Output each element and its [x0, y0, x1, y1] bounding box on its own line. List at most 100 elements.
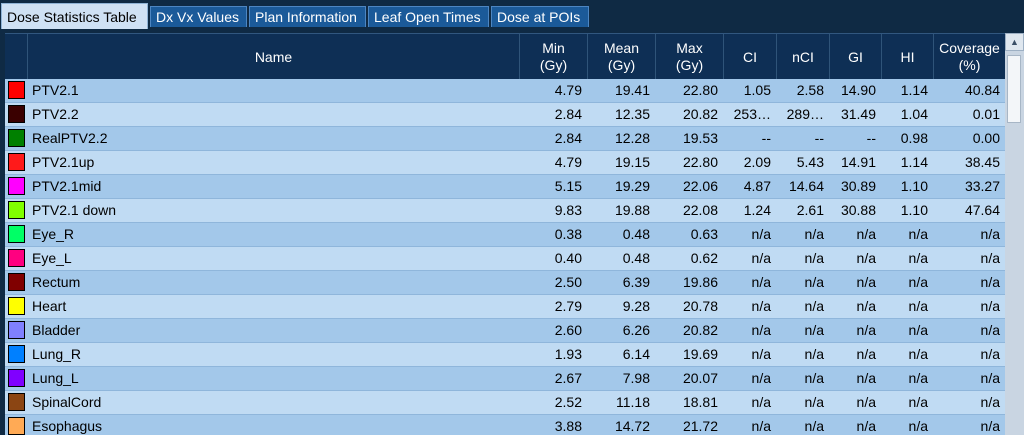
structure-color-swatch: [8, 249, 25, 267]
column-header-mean[interactable]: Mean (Gy): [587, 34, 655, 80]
table-row[interactable]: Esophagus 3.88 14.72 21.72 n/a n/a n/a n/a n/a: [5, 415, 1005, 435]
gi-cell: 14.90: [840, 82, 876, 98]
column-header-min[interactable]: Min (Gy): [519, 34, 587, 80]
structure-color-swatch: [8, 129, 25, 147]
structure-name-cell: Eye_R: [32, 226, 75, 242]
scroll-thumb[interactable]: [1007, 55, 1021, 123]
mean-cell: 0.48: [622, 226, 650, 242]
coverage-cell: n/a: [980, 274, 1000, 290]
structure-name-cell: PTV2.2: [32, 106, 79, 122]
max-cell: 22.06: [682, 178, 718, 194]
ci-cell: --: [761, 130, 771, 146]
nci-cell: 289…: [786, 106, 824, 122]
nci-cell: n/a: [804, 298, 824, 314]
tab-dose-at-pois[interactable]: Dose at POIs: [491, 6, 589, 27]
gi-cell: n/a: [856, 226, 876, 242]
min-cell: 5.15: [554, 178, 582, 194]
mean-cell: 19.88: [614, 202, 650, 218]
table-row[interactable]: RealPTV2.2 2.84 12.28 19.53 -- -- -- 0.98 0.00: [5, 127, 1005, 151]
table-row[interactable]: Rectum 2.50 6.39 19.86 n/a n/a n/a n/a n/a: [5, 271, 1005, 295]
tab-plan-information[interactable]: Plan Information: [249, 6, 366, 27]
table-row[interactable]: Heart 2.79 9.28 20.78 n/a n/a n/a n/a n/a: [5, 295, 1005, 319]
table-row[interactable]: PTV2.1up 4.79 19.15 22.80 2.09 5.43 14.91 1.14 3…: [5, 151, 1005, 175]
table-row[interactable]: PTV2.1 down 9.83 19.88 22.08 1.24 2.61 30.88 1.…: [5, 199, 1005, 223]
vertical-scrollbar[interactable]: ▲: [1005, 33, 1024, 435]
table-row[interactable]: Eye_L 0.40 0.48 0.62 n/a n/a n/a n/a n/a: [5, 247, 1005, 271]
min-cell: 2.84: [554, 106, 582, 122]
min-cell: 9.83: [554, 202, 582, 218]
tab-leaf-open-times[interactable]: Leaf Open Times: [368, 6, 489, 27]
column-header-gi[interactable]: GI: [829, 34, 881, 80]
structure-color-swatch: [8, 201, 25, 219]
table-row[interactable]: Lung_L 2.67 7.98 20.07 n/a n/a n/a n/a n/a: [5, 367, 1005, 391]
structure-color-swatch: [8, 321, 25, 339]
table-body: PTV2.1 4.79 19.41 22.80 1.05 2.58 14.90 1.14 40.…: [5, 79, 1005, 435]
min-cell: 0.40: [554, 250, 582, 266]
gi-cell: 30.88: [840, 202, 876, 218]
table-row[interactable]: Lung_R 1.93 6.14 19.69 n/a n/a n/a n/a n/a: [5, 343, 1005, 367]
structure-name-cell: Heart: [32, 298, 67, 314]
structure-name-cell: Eye_L: [32, 250, 72, 266]
max-cell: 18.81: [682, 394, 718, 410]
coverage-cell: n/a: [980, 250, 1000, 266]
gi-cell: n/a: [856, 370, 876, 386]
coverage-cell: 33.27: [964, 178, 1000, 194]
hi-cell: 1.10: [900, 178, 928, 194]
min-cell: 2.79: [554, 298, 582, 314]
column-header-name[interactable]: Name: [27, 34, 519, 80]
gi-cell: n/a: [856, 346, 876, 362]
gi-cell: 30.89: [840, 178, 876, 194]
max-cell: 22.08: [682, 202, 718, 218]
structure-color-swatch: [8, 273, 25, 291]
color-column-header: [5, 34, 27, 80]
structure-name-cell: RealPTV2.2: [32, 130, 108, 146]
hi-cell: n/a: [908, 274, 928, 290]
mean-cell: 14.72: [614, 418, 650, 434]
ci-cell: n/a: [751, 226, 771, 242]
table-row[interactable]: PTV2.1 4.79 19.41 22.80 1.05 2.58 14.90 1.14 40.…: [5, 79, 1005, 103]
ci-cell: n/a: [751, 370, 771, 386]
column-header-hi[interactable]: HI: [881, 34, 933, 80]
table-row[interactable]: Eye_R 0.38 0.48 0.63 n/a n/a n/a n/a n/a: [5, 223, 1005, 247]
min-cell: 2.52: [554, 394, 582, 410]
coverage-cell: 0.01: [972, 106, 1000, 122]
min-cell: 2.84: [554, 130, 582, 146]
column-header-ci[interactable]: CI: [723, 34, 776, 80]
column-header-coverage[interactable]: Coverage (%): [933, 34, 1005, 80]
hi-cell: n/a: [908, 394, 928, 410]
nci-cell: 2.58: [796, 82, 824, 98]
min-cell: 3.88: [554, 418, 582, 434]
table-row[interactable]: Bladder 2.60 6.26 20.82 n/a n/a n/a n/a n/a: [5, 319, 1005, 343]
mean-cell: 0.48: [622, 250, 650, 266]
mean-cell: 6.39: [622, 274, 650, 290]
column-header-nci[interactable]: nCI: [776, 34, 829, 80]
structure-color-swatch: [8, 81, 25, 99]
max-cell: 20.82: [682, 322, 718, 338]
nci-cell: 5.43: [796, 154, 824, 170]
structure-color-swatch: [8, 153, 25, 171]
ci-cell: n/a: [751, 250, 771, 266]
structure-name-cell: PTV2.1: [32, 82, 79, 98]
coverage-cell: 38.45: [964, 154, 1000, 170]
table-row[interactable]: PTV2.1mid 5.15 19.29 22.06 4.87 14.64 30.89 1.1…: [5, 175, 1005, 199]
mean-cell: 6.26: [622, 322, 650, 338]
column-header-max[interactable]: Max (Gy): [655, 34, 723, 80]
tab-bar: Dose Statistics Table Dx Vx Values Plan …: [0, 0, 1024, 29]
gi-cell: n/a: [856, 322, 876, 338]
tab-dx-vx-values[interactable]: Dx Vx Values: [150, 6, 247, 27]
hi-cell: n/a: [908, 370, 928, 386]
structure-name-cell: PTV2.1up: [32, 154, 95, 170]
ci-cell: 4.87: [743, 178, 771, 194]
nci-cell: 14.64: [788, 178, 824, 194]
tab-dose-statistics-table[interactable]: Dose Statistics Table: [1, 3, 148, 29]
hi-cell: n/a: [908, 298, 928, 314]
max-cell: 0.63: [690, 226, 718, 242]
nci-cell: n/a: [804, 418, 824, 434]
ci-cell: n/a: [751, 394, 771, 410]
scroll-up-arrow-icon[interactable]: ▲: [1005, 33, 1024, 51]
structure-name-cell: SpinalCord: [32, 394, 102, 410]
table-row[interactable]: SpinalCord 2.52 11.18 18.81 n/a n/a n/a n/a n/a: [5, 391, 1005, 415]
table-row[interactable]: PTV2.2 2.84 12.35 20.82 253… 289… 31.49 1.04 0.0…: [5, 103, 1005, 127]
structure-color-swatch: [8, 393, 25, 411]
nci-cell: n/a: [804, 346, 824, 362]
